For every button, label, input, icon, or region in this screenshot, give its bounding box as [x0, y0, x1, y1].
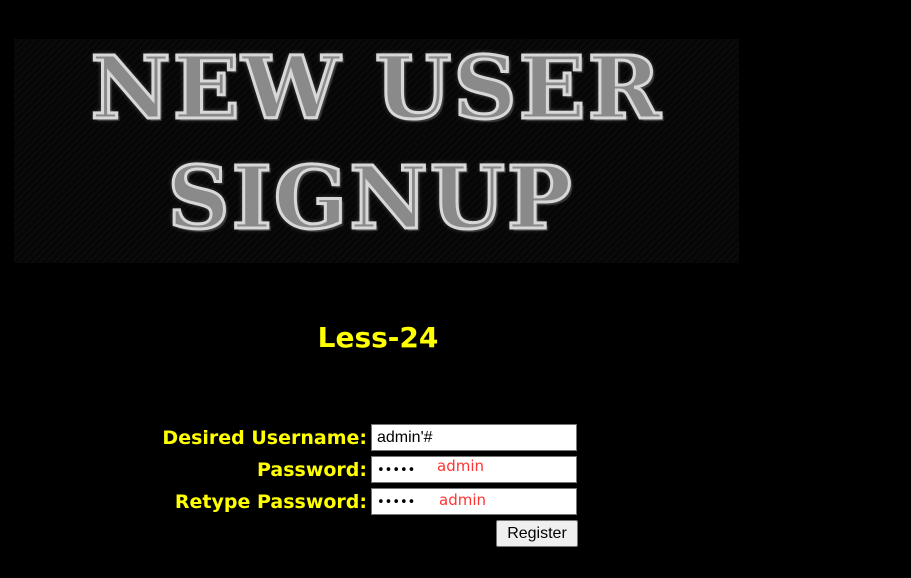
register-button[interactable]: Register [496, 520, 578, 547]
retype-password-label: Retype Password: [174, 491, 367, 513]
username-input[interactable]: admin'# [371, 424, 577, 451]
password-annotation: admin [437, 457, 484, 475]
password-masked-value: ••••• [377, 463, 416, 478]
retype-password-annotation: admin [439, 491, 486, 509]
page-title: Less-24 [317, 321, 439, 354]
username-row: Desired Username: admin'# [0, 424, 911, 454]
password-label: Password: [256, 459, 367, 481]
retype-password-masked-value: ••••• [377, 495, 416, 510]
new-user-signup-banner: NEW USER SIGNUP [14, 39, 739, 263]
retype-password-row: Retype Password: ••••• admin [0, 488, 911, 518]
banner-line-2: SIGNUP [166, 148, 574, 249]
signup-page: NEW USER SIGNUP Less-24 Desired Username… [0, 0, 911, 578]
password-row: Password: ••••• admin [0, 456, 911, 486]
username-label: Desired Username: [162, 427, 367, 449]
banner-line-1: NEW USER [89, 38, 663, 139]
